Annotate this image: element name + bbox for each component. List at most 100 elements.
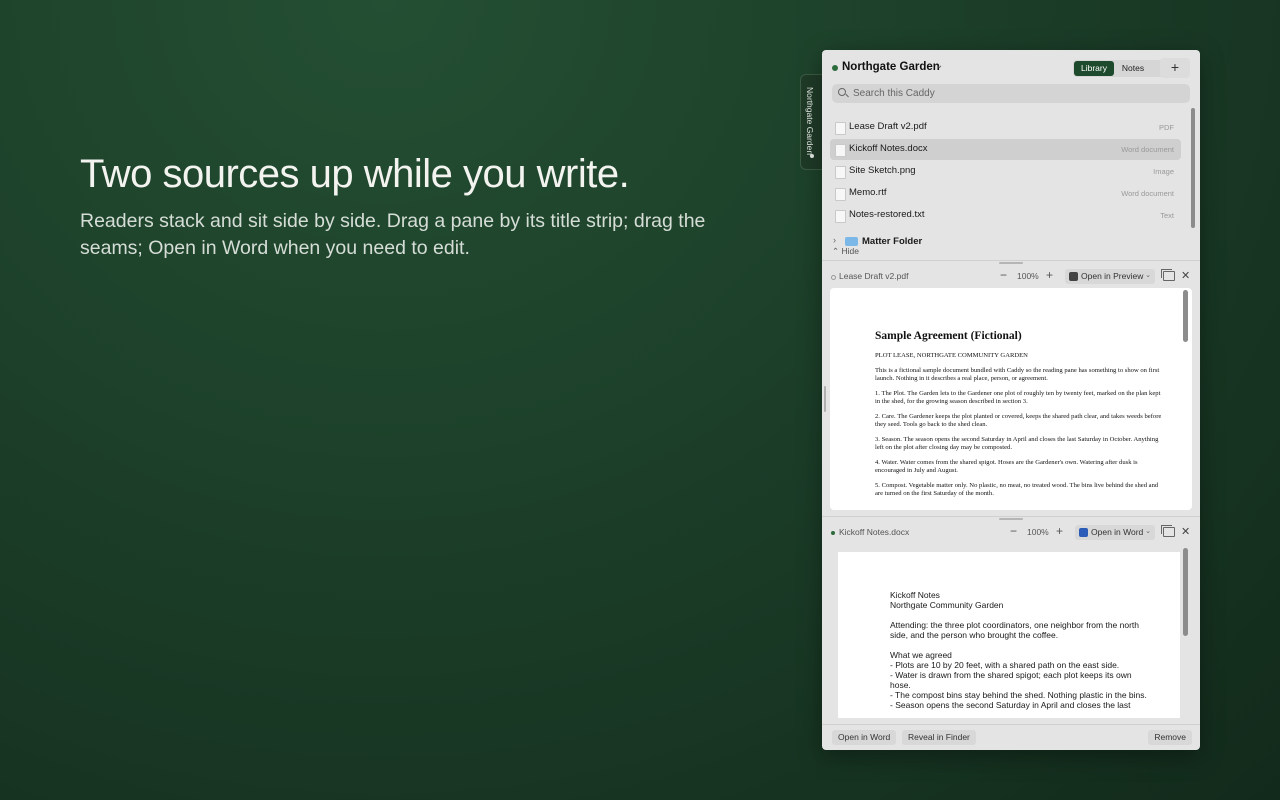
divider — [822, 516, 1200, 517]
folder-name: Matter Folder — [862, 236, 923, 246]
caddy-title[interactable]: Northgate Garden — [842, 61, 940, 73]
zoom-level: 100% — [1017, 271, 1039, 281]
open-in-preview-label: Open in Preview — [1081, 271, 1144, 281]
pdf-line: 4. Water. Water comes from the shared sp… — [875, 459, 1138, 474]
reader-title-strip[interactable]: Kickoff Notes.docx − 100% + Open in Word… — [822, 522, 1200, 544]
word-app-icon — [1079, 528, 1088, 537]
segment-library[interactable]: Library — [1074, 61, 1114, 76]
side-tab-dot — [810, 154, 814, 158]
preview-app-icon — [1069, 272, 1078, 281]
status-dot — [832, 65, 838, 71]
pdf-line: 3. Season. The season opens the second S… — [875, 436, 1159, 451]
hide-toggle[interactable]: ⌃ Hide — [832, 246, 859, 257]
file-row[interactable]: Lease Draft v2.pdf PDF — [830, 117, 1181, 138]
pdf-line: PLOT LEASE, NORTHGATE COMMUNITY GARDEN — [875, 352, 1028, 359]
file-name: Memo.rtf — [849, 187, 887, 198]
doc-line: - Plots are 10 by 20 feet, with a shared… — [890, 660, 1120, 670]
file-type: Image — [1153, 167, 1174, 176]
doc-line: Kickoff Notes — [890, 590, 940, 600]
reader-file-name: Lease Draft v2.pdf — [839, 271, 909, 281]
document-icon — [835, 122, 846, 135]
docx-scrollbar[interactable] — [1183, 548, 1188, 636]
doc-blank-line — [890, 640, 1150, 650]
pdf-scrollbar[interactable] — [1183, 290, 1188, 342]
doc-line: - The compost bins stay behind the shed.… — [890, 690, 1147, 700]
reader-title-strip[interactable]: Lease Draft v2.pdf − 100% + Open in Prev… — [822, 266, 1200, 288]
zoom-in-button[interactable]: + — [1056, 524, 1063, 538]
open-in-word-dropdown[interactable]: Open in Word ⌄ — [1075, 525, 1155, 540]
remove-button[interactable]: Remove — [1148, 730, 1192, 745]
add-button[interactable]: + — [1160, 58, 1190, 78]
file-name: Site Sketch.png — [849, 165, 916, 176]
chevron-down-icon: ⌄ — [1145, 528, 1151, 535]
caddy-footer: Open in Word Reveal in Finder Remove — [822, 725, 1200, 750]
resize-seam-handle[interactable] — [999, 262, 1023, 264]
pop-out-icon[interactable] — [1161, 525, 1175, 537]
zoom-level: 100% — [1027, 527, 1049, 537]
pdf-page: Sample Agreement (Fictional) PLOT LEASE,… — [875, 330, 1165, 505]
image-file-icon — [835, 166, 846, 179]
caddy-side-tab[interactable]: Northgate Garden — [800, 74, 823, 170]
doc-blank-line — [890, 610, 1150, 620]
search-input[interactable] — [850, 84, 1183, 103]
open-in-preview-button[interactable]: Open in Preview ⌄ — [1065, 269, 1155, 284]
file-type: Text — [1160, 211, 1174, 220]
library-scrollbar[interactable] — [1191, 108, 1195, 228]
pdf-line: 5. Compost. Vegetable matter only. No pl… — [875, 482, 1159, 497]
reveal-in-finder-button[interactable]: Reveal in Finder — [902, 730, 976, 745]
hero-headline: Two sources up while you write. — [80, 152, 630, 196]
close-icon[interactable]: ✕ — [1181, 269, 1190, 282]
zoom-in-button[interactable]: + — [1046, 268, 1053, 282]
search-field[interactable] — [832, 84, 1190, 103]
reader-file-name: Kickoff Notes.docx — [839, 527, 910, 537]
chevron-right-icon[interactable]: › — [833, 235, 836, 245]
divider — [822, 260, 1200, 261]
folder-row[interactable]: › Matter Folder — [830, 232, 1181, 246]
reader-status-dot — [831, 531, 835, 535]
file-name: Lease Draft v2.pdf — [849, 121, 927, 132]
file-type: Word document — [1121, 189, 1174, 198]
reader-status-dot — [831, 275, 836, 280]
caddy-panel: Northgate Garden ⌄ Library Notes + Lease… — [822, 50, 1200, 750]
docx-page: Kickoff Notes Northgate Community Garden… — [838, 552, 1180, 718]
file-name: Notes-restored.txt — [849, 209, 925, 220]
zoom-out-button[interactable]: − — [1010, 524, 1017, 538]
file-row[interactable]: Notes-restored.txt Text — [830, 205, 1181, 226]
document-icon — [835, 188, 846, 201]
doc-line: Attending: the three plot coordinators, … — [890, 620, 1140, 640]
hero-subline: Readers stack and sit side by side. Drag… — [80, 210, 706, 259]
doc-line: Northgate Community Garden — [890, 600, 1004, 610]
open-in-word-label: Open in Word — [1091, 527, 1144, 537]
file-type: Word document — [1121, 145, 1174, 154]
resize-seam-handle[interactable] — [999, 518, 1023, 520]
doc-line: - Water is drawn from the shared spigot;… — [890, 670, 1132, 690]
docx-text: Kickoff Notes Northgate Community Garden… — [890, 590, 1150, 710]
pane-side-grip[interactable] — [824, 386, 826, 412]
file-row[interactable]: Memo.rtf Word document — [830, 183, 1181, 204]
pdf-line: 1. The Plot. The Garden lets to the Gard… — [875, 390, 1161, 405]
document-icon — [835, 210, 846, 223]
file-list: Lease Draft v2.pdf PDF Kickoff Notes.doc… — [822, 116, 1192, 246]
pdf-line: 2. Care. The Gardener keeps the plot pla… — [875, 413, 1162, 428]
doc-line: - Season opens the second Saturday in Ap… — [890, 700, 1131, 710]
pdf-title: Sample Agreement (Fictional) — [875, 330, 1022, 342]
search-icon — [838, 88, 846, 96]
pdf-reader-pane[interactable]: Sample Agreement (Fictional) PLOT LEASE,… — [830, 288, 1192, 510]
pop-out-icon[interactable] — [1161, 269, 1175, 281]
open-in-word-button[interactable]: Open in Word — [832, 730, 897, 745]
caddy-header: Northgate Garden ⌄ Library Notes + — [822, 50, 1200, 86]
docx-reader-pane[interactable]: Kickoff Notes Northgate Community Garden… — [830, 546, 1192, 718]
file-name: Kickoff Notes.docx — [849, 143, 928, 154]
document-icon — [835, 144, 846, 157]
pdf-line: This is a fictional sample document bund… — [875, 367, 1160, 382]
file-row-selected[interactable]: Kickoff Notes.docx Word document — [830, 139, 1181, 160]
chevron-down-icon: ⌄ — [1145, 272, 1151, 279]
close-icon[interactable]: ✕ — [1181, 525, 1190, 538]
file-row[interactable]: Site Sketch.png Image — [830, 161, 1181, 182]
folder-icon — [845, 237, 858, 246]
chevron-down-icon[interactable]: ⌄ — [935, 60, 943, 71]
zoom-out-button[interactable]: − — [1000, 268, 1007, 282]
hide-label: Hide — [841, 246, 859, 256]
side-tab-label: Northgate Garden — [805, 87, 815, 156]
segment-notes[interactable]: Notes — [1118, 61, 1148, 76]
